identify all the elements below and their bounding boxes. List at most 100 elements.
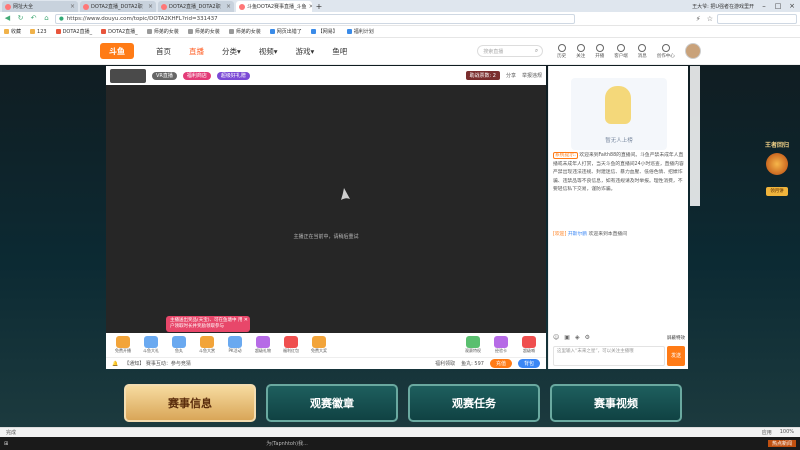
close-icon[interactable]: × xyxy=(309,3,312,10)
status-apps[interactable]: 应用 xyxy=(762,429,772,436)
gift-pill[interactable]: 超级好礼赠 xyxy=(216,71,250,80)
fans-icon[interactable]: ◈ xyxy=(575,334,580,341)
tab-badges[interactable]: 观赛徽章 xyxy=(266,384,398,422)
notice-text[interactable]: 【通知】 赛事互动：参与竞猜 xyxy=(124,360,191,367)
bookmark-item[interactable]: 网页出错了 xyxy=(269,28,302,35)
site-search-input[interactable]: 搜索直播 ⌕ xyxy=(477,45,544,57)
browser-search-input[interactable] xyxy=(717,13,797,24)
gift-item[interactable]: 超级喊 xyxy=(518,336,540,354)
bookmark-label: DOTA2直播_ xyxy=(108,29,138,35)
backpack-button[interactable]: 背包 xyxy=(517,359,540,368)
bookmark-item[interactable]: 123 xyxy=(30,29,47,35)
douyu-logo[interactable]: 斗鱼 xyxy=(100,43,134,59)
share-button[interactable]: 分享 xyxy=(506,72,516,79)
close-icon[interactable]: × xyxy=(70,3,75,10)
bookmark-item[interactable]: 福利计划 xyxy=(346,28,374,35)
news-button[interactable]: 热点新闻 xyxy=(767,440,796,447)
bookmark-item[interactable]: 【网易】 xyxy=(310,28,338,35)
history-button[interactable]: 历史 xyxy=(557,43,566,59)
browser-toolbar: ◀ ↻ ↶ ⌂ ● https://www.douyu.com/topic/DO… xyxy=(0,12,800,26)
close-icon[interactable]: × xyxy=(226,3,231,10)
banner-button[interactable]: 领月饼 xyxy=(766,187,788,196)
bookmark-item[interactable]: 师弟的女装 xyxy=(187,28,220,35)
start-icon[interactable]: ⊞ xyxy=(4,441,8,447)
bookmark-item[interactable]: DOTA2直播_ xyxy=(101,28,138,35)
tab-tasks[interactable]: 观赛任务 xyxy=(408,384,540,422)
bookmark-item[interactable]: 师弟的女装 xyxy=(146,28,179,35)
refresh-icon[interactable]: ↻ xyxy=(16,14,25,23)
system-message: 系统提示: 欢迎来到Faith88的直播间。斗鱼严禁未成年人直播或未成年人打赏，… xyxy=(553,152,685,195)
vr-pill[interactable]: VR直播 xyxy=(152,71,177,80)
recharge-button[interactable]: 充值 xyxy=(489,359,512,368)
gift-item[interactable]: 免费大奖 xyxy=(308,336,330,354)
follow-button[interactable]: 关注 xyxy=(576,43,585,59)
bookmark-item[interactable]: 师弟的女装 xyxy=(228,28,261,35)
welcome-message: [欢迎] 开斯尔鹏 欢迎来到本直播间 xyxy=(553,230,685,237)
report-button[interactable]: 举报违规 xyxy=(522,72,542,79)
nav-category[interactable]: 分类▾ xyxy=(222,46,241,57)
browser-tab[interactable]: 网址大全 × xyxy=(2,1,78,12)
close-icon[interactable]: ✕ xyxy=(244,317,248,323)
bookmark-item[interactable]: DOTA2直播_ xyxy=(55,28,92,35)
gift-label: 免费开播 xyxy=(115,348,131,353)
chat-settings-icon[interactable]: ⚙ xyxy=(585,334,590,341)
gift-item[interactable]: 斗鱼大赏 xyxy=(196,336,218,354)
avatar[interactable] xyxy=(684,43,701,59)
vote-count-badge[interactable]: 助战票数: 2 xyxy=(465,71,500,80)
home-icon[interactable]: ⌂ xyxy=(42,14,51,23)
nav-home[interactable]: 首页 xyxy=(156,46,171,57)
gift-icon[interactable]: ▣ xyxy=(564,334,570,341)
video-player[interactable]: 主播正在当前中，请稍后重试 主播送出奖品(天宝)、可在鱼塘中 用户领取时长并奖励… xyxy=(106,85,546,333)
browser-tab[interactable]: DOTA2直播_DOTA2职 × xyxy=(158,1,234,12)
welcome-user[interactable]: 开斯尔鹏 xyxy=(568,232,587,237)
browser-tab-active[interactable]: 斗鱼DOTA2赛事直播_斗鱼 × xyxy=(236,1,312,12)
minimize-button[interactable]: – xyxy=(760,2,768,10)
creator-button[interactable]: 创作中心 xyxy=(657,43,675,59)
broadcast-button[interactable]: 开播 xyxy=(595,43,604,59)
zoom-level[interactable]: 100% xyxy=(780,429,794,436)
browser-tab[interactable]: DOTA2直播_DOTA2职 × xyxy=(80,1,156,12)
new-tab-button[interactable]: + xyxy=(314,2,324,12)
promo-popup[interactable]: 主播送出奖品(天宝)、可在鱼塘中 用户领取时长并奖励领取参与 ✕ xyxy=(166,316,250,332)
message-button[interactable]: 消息 xyxy=(638,43,647,59)
address-bar[interactable]: ● https://www.douyu.com/topic/DOTA2KHFL?… xyxy=(55,13,575,24)
nav-video[interactable]: 视频▾ xyxy=(259,46,278,57)
download-text[interactable]: 为(Tapnhtoh)我... xyxy=(266,440,308,447)
gift-item[interactable]: 鱼丸 xyxy=(168,336,190,354)
back-icon[interactable]: ◀ xyxy=(3,14,12,23)
close-icon[interactable]: × xyxy=(148,3,153,10)
gift-item[interactable]: PK活动 xyxy=(224,336,246,354)
lightning-icon[interactable]: ⚡ xyxy=(696,15,701,23)
gift-item[interactable]: 福利红包 xyxy=(280,336,302,354)
block-effects-toggle[interactable]: 屏蔽特效 xyxy=(667,335,685,341)
shop-pill[interactable]: 福利商店 xyxy=(182,71,211,80)
gift-item[interactable]: 免费开播 xyxy=(112,336,134,354)
undo-icon[interactable]: ↶ xyxy=(29,14,38,23)
tab-event-info[interactable]: 赛事信息 xyxy=(124,384,256,422)
tab-videos[interactable]: 赛事视频 xyxy=(550,384,682,422)
streamer-thumbnail[interactable] xyxy=(110,68,146,83)
bookmark-item[interactable]: 收藏 xyxy=(4,28,21,35)
site-header: 斗鱼 首页 直播 分类▾ 视频▾ 游戏▾ 鱼吧 搜索直播 ⌕ 历史 关注 开播 … xyxy=(0,38,800,65)
page-icon xyxy=(269,29,275,34)
nav-live[interactable]: 直播 xyxy=(189,46,204,57)
send-button[interactable]: 发送 xyxy=(667,346,685,366)
search-icon[interactable]: ⌕ xyxy=(535,47,538,55)
gift-item[interactable]: 经验卡 xyxy=(490,336,512,354)
gift-label: 经验卡 xyxy=(495,348,507,353)
maximize-button[interactable]: □ xyxy=(774,2,782,10)
side-banner[interactable]: 王者回归 领月饼 xyxy=(762,122,792,222)
nav-game[interactable]: 游戏▾ xyxy=(296,46,315,57)
gift-item[interactable]: 斗鱼大礼 xyxy=(140,336,162,354)
gift-item[interactable]: 超级礼物 xyxy=(252,336,274,354)
event-tabs: 赛事信息 观赛徽章 观赛任务 赛事视频 xyxy=(124,384,682,422)
welfare-link[interactable]: 福利领取 xyxy=(435,360,455,367)
star-icon[interactable]: ☆ xyxy=(707,15,713,23)
emoji-icon[interactable]: ☺ xyxy=(553,334,559,341)
close-window-button[interactable]: × xyxy=(788,2,796,10)
client-button[interactable]: 客户端 xyxy=(614,43,628,59)
gift-label: 斗鱼大赏 xyxy=(199,348,215,353)
gift-item[interactable]: 观赛特权 xyxy=(462,336,484,354)
nav-fishbar[interactable]: 鱼吧 xyxy=(332,46,347,57)
chat-input[interactable]: 这里输入“末来之星”，可以关注主播哦 xyxy=(553,346,665,366)
